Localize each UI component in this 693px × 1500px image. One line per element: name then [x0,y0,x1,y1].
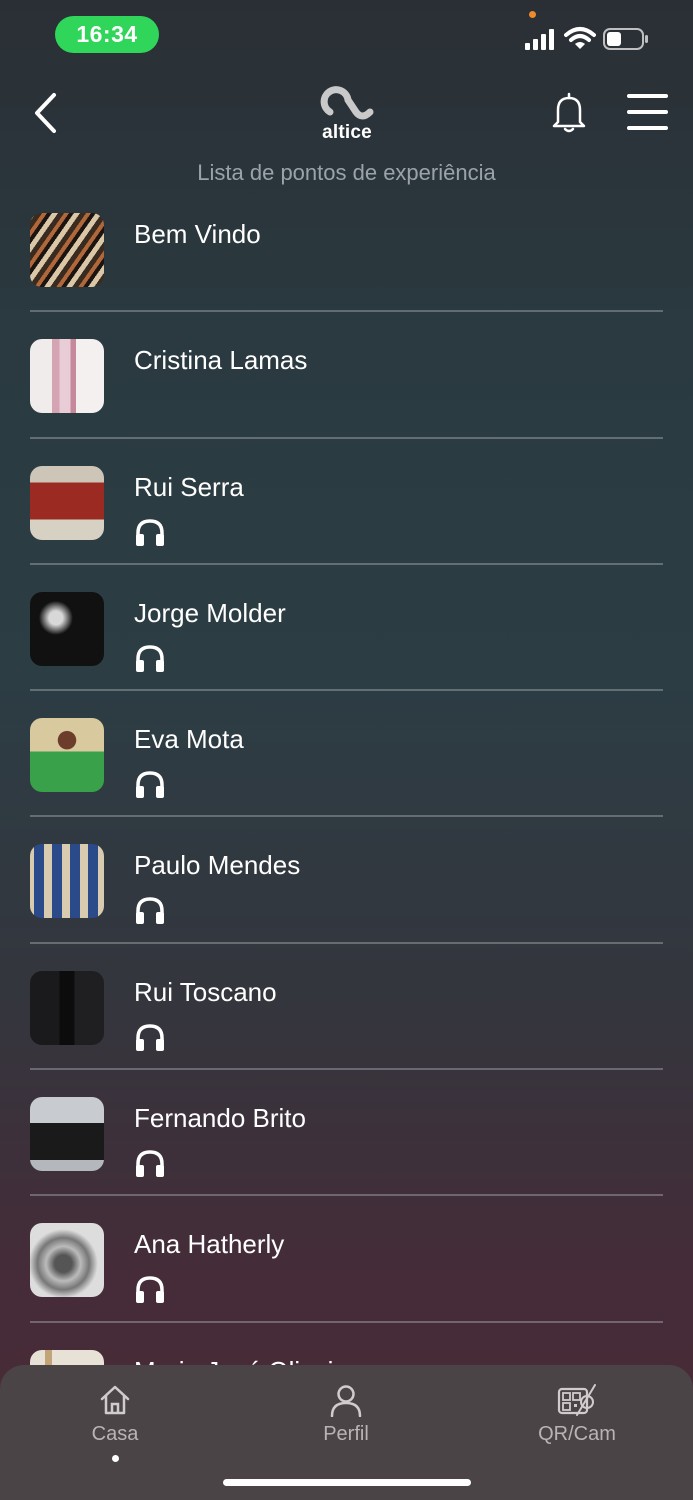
privacy-indicator-dot [529,11,536,18]
altice-logo-mark-icon [320,86,374,120]
item-thumbnail [30,339,104,414]
home-indicator[interactable] [223,1479,471,1486]
back-button[interactable] [28,90,62,136]
divider [30,941,663,944]
menu-bar [627,126,668,130]
divider [30,689,663,692]
notifications-button[interactable] [550,90,588,134]
item-thumbnail [30,1223,104,1298]
item-title: Cristina Lamas [134,345,308,376]
headphones-icon [136,645,164,672]
headphones-icon [136,897,164,925]
item-title: Rui Serra [134,471,244,502]
experience-points-list: Bem Vindo Cristina Lamas Rui Serra Jorge… [0,200,693,1370]
headphones-icon [136,1150,164,1178]
tab-perfil[interactable]: Perfil [266,1375,426,1455]
hamburger-menu-button[interactable] [624,90,670,134]
logo-text: altice [322,122,372,143]
active-tab-indicator [112,1455,119,1462]
item-title: Paulo Mendes [134,850,301,881]
divider [30,1068,663,1071]
item-title: Rui Toscano [134,976,277,1007]
item-thumbnail [30,465,104,540]
home-icon [100,1385,130,1415]
tab-label: QR/Cam [538,1423,616,1445]
status-bar: 16:34 [0,0,693,70]
list-item[interactable]: Rui Toscano [0,958,693,1084]
item-thumbnail [30,844,104,919]
item-title: Fernando Brito [134,1103,306,1134]
page-title: Lista de pontos de experiência [197,160,496,185]
qr-camera-icon [557,1384,596,1416]
tab-casa[interactable]: Casa [35,1375,195,1462]
profile-icon [330,1385,362,1417]
divider [30,562,663,565]
chevron-left-icon [35,93,56,133]
status-time: 16:34 [55,16,159,53]
list-item[interactable]: Jorge Molder [0,579,693,705]
menu-bar [627,110,668,114]
list-item[interactable]: Paulo Mendes [0,831,693,957]
wifi-icon [564,27,596,49]
divider [30,1194,663,1197]
list-item[interactable]: Bem Vindo [0,200,693,326]
item-thumbnail [30,591,104,666]
tab-label: Perfil [323,1423,369,1445]
cellular-signal-icon [525,29,554,50]
headphones-icon [136,1276,164,1304]
item-thumbnail [30,213,104,287]
list-item[interactable]: Ana Hatherly [0,1210,693,1336]
divider [30,436,663,439]
tab-label: Casa [91,1423,139,1445]
item-title: Ana Hatherly [134,1229,285,1260]
menu-bar [627,94,668,98]
list-item[interactable]: Cristina Lamas [0,326,693,452]
altice-logo: altice [316,82,378,144]
item-thumbnail [30,718,104,793]
divider [30,310,663,313]
item-title: Bem Vindo [134,219,261,249]
divider [30,1320,663,1323]
battery-icon [603,28,648,50]
tab-qr-cam[interactable]: QR/Cam [497,1375,657,1455]
bell-icon [552,92,586,133]
list-item[interactable]: Eva Mota [0,705,693,831]
item-title: Jorge Molder [134,597,286,628]
headphones-icon [136,518,164,546]
item-thumbnail [30,1097,104,1172]
divider [30,815,663,818]
item-thumbnail [30,970,104,1045]
list-item[interactable]: Fernando Brito [0,1084,693,1210]
headphones-icon [136,771,164,799]
item-title: Eva Mota [134,724,244,755]
list-item[interactable]: Rui Serra [0,453,693,579]
headphones-icon [136,1024,164,1051]
